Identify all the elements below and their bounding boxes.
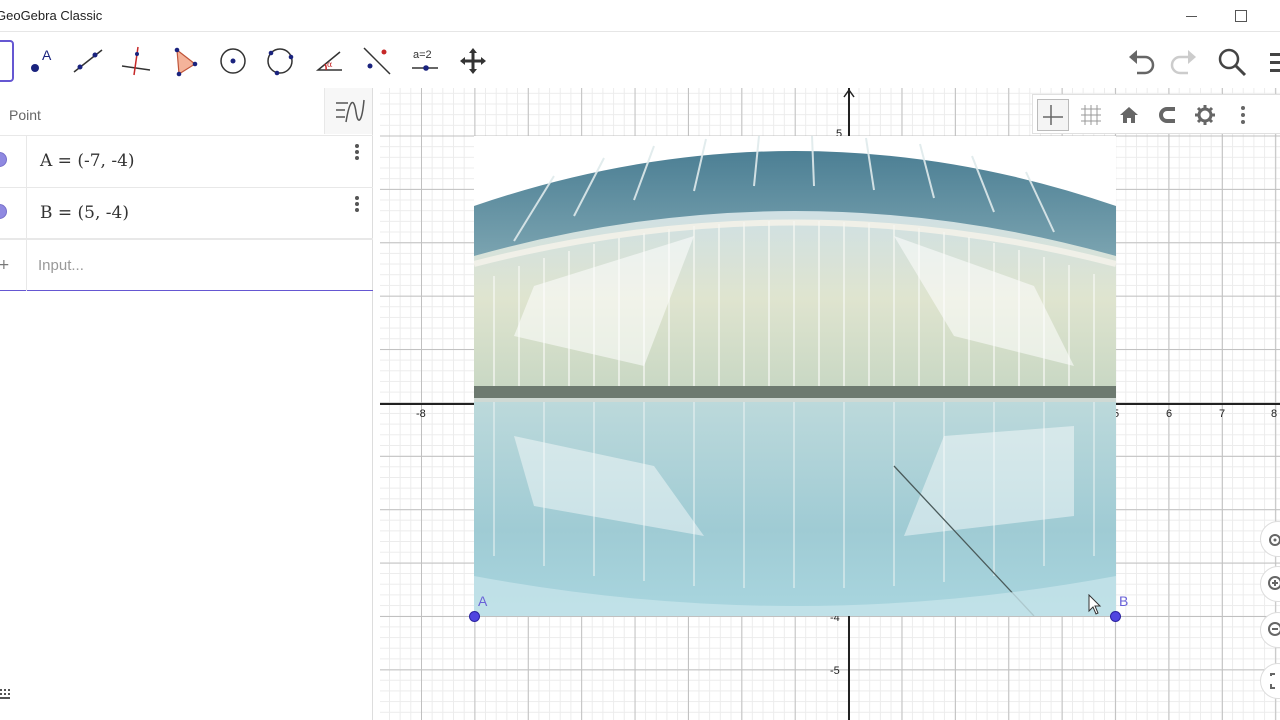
- fullscreen-button[interactable]: [1260, 521, 1280, 557]
- graphics-more-button[interactable]: [1227, 99, 1259, 131]
- algebra-view: Point A = (-7, -4) B = (5, -4) +: [0, 88, 373, 720]
- menu-button[interactable]: [1255, 42, 1280, 82]
- algebra-header: Point: [0, 88, 373, 136]
- function-graph-icon: [335, 99, 365, 123]
- row-divider: [26, 188, 27, 240]
- algebra-input-row: +: [0, 238, 373, 291]
- graphics-settings-button[interactable]: [1189, 99, 1221, 131]
- circle-center-icon: [220, 48, 246, 74]
- point-a[interactable]: [469, 611, 480, 622]
- plus-icon[interactable]: +: [0, 257, 10, 273]
- point-icon: A: [31, 47, 52, 72]
- angle-tool-button[interactable]: α: [308, 40, 350, 82]
- magnet-icon: [1159, 107, 1175, 123]
- point-tool-button[interactable]: A: [20, 40, 62, 82]
- standard-view-button[interactable]: [1113, 99, 1145, 131]
- algebra-sort-button[interactable]: [324, 88, 372, 134]
- fullscreen-icon: [1269, 534, 1280, 546]
- row-divider: [26, 239, 27, 291]
- algebra-input[interactable]: [38, 253, 358, 277]
- move-graphics-icon: [460, 48, 486, 74]
- graphics-view[interactable]: -8 5 6 7 8 5 -4 -5 A B: [380, 88, 1280, 720]
- point-b[interactable]: [1110, 611, 1121, 622]
- redo-icon: [1170, 50, 1196, 75]
- keyboard-icon: [0, 689, 10, 699]
- circle-three-points-icon: [267, 48, 294, 76]
- mouse-cursor-icon: [1088, 594, 1102, 615]
- reflect-icon: [363, 47, 391, 75]
- zoom-in-button[interactable]: [1260, 566, 1280, 602]
- algebra-item-b[interactable]: B = (5, -4): [0, 188, 373, 240]
- row-divider: [26, 136, 27, 188]
- gear-icon: [1195, 105, 1215, 125]
- point-capturing-button[interactable]: [1151, 99, 1183, 131]
- move-graphics-tool-button[interactable]: [452, 40, 494, 82]
- x-tick-label: -8: [416, 408, 426, 420]
- x-tick-label: 8: [1271, 408, 1278, 420]
- svg-text:α: α: [327, 60, 333, 69]
- inserted-image[interactable]: [474, 136, 1116, 616]
- point-b-label[interactable]: B: [1119, 593, 1128, 609]
- x-tick-label: 7: [1219, 408, 1226, 420]
- x-tick-label: 6: [1166, 408, 1173, 420]
- keyboard-button[interactable]: [0, 686, 14, 700]
- zoom-fit-icon: [1270, 673, 1275, 689]
- grid-icon: [1081, 105, 1101, 125]
- reflect-tool-button[interactable]: [356, 40, 398, 82]
- zoom-in-icon: [1268, 576, 1280, 590]
- point-a-label[interactable]: A: [478, 593, 487, 609]
- visibility-toggle[interactable]: [0, 204, 7, 219]
- y-tick-label: -5: [830, 665, 840, 677]
- circle-center-tool-button[interactable]: [212, 40, 254, 82]
- slider-tool-button[interactable]: a=2: [404, 40, 446, 82]
- zoom-out-button[interactable]: [1260, 612, 1280, 648]
- search-icon: [1218, 48, 1247, 77]
- more-options-icon[interactable]: [350, 194, 364, 216]
- polygon-tool-button[interactable]: [163, 40, 205, 82]
- y-axis-arrow-icon: [843, 88, 855, 98]
- axes-icon: [1043, 105, 1063, 125]
- more-options-icon[interactable]: [350, 142, 364, 164]
- minimize-button[interactable]: [1180, 6, 1204, 26]
- move-tool-button[interactable]: [0, 40, 14, 82]
- maximize-button[interactable]: [1229, 6, 1253, 26]
- undo-icon: [1129, 50, 1155, 75]
- zoom-fit-button[interactable]: [1260, 663, 1280, 699]
- toggle-grid-button[interactable]: [1075, 99, 1107, 131]
- perpendicular-icon: [121, 46, 151, 76]
- polygon-icon: [174, 47, 198, 77]
- undo-button[interactable]: [1122, 42, 1162, 82]
- algebra-header-label: Point: [9, 107, 41, 123]
- perpendicular-tool-button[interactable]: [115, 40, 157, 82]
- search-button[interactable]: [1212, 42, 1252, 82]
- redo-button[interactable]: [1163, 42, 1203, 82]
- toggle-axes-button[interactable]: [1037, 99, 1069, 131]
- circle-three-points-tool-button[interactable]: [259, 40, 301, 82]
- line-icon: [73, 49, 103, 73]
- window-titlebar: GeoGebra Classic: [0, 0, 1280, 32]
- svg-text:A: A: [42, 47, 52, 63]
- algebra-expression[interactable]: B = (5, -4): [40, 203, 129, 223]
- main-toolbar: A α a=2: [0, 32, 1280, 88]
- graphics-style-bar: [1032, 94, 1280, 134]
- angle-icon: α: [315, 51, 342, 71]
- arrow-icon: [0, 44, 10, 78]
- window-title: GeoGebra Classic: [0, 8, 103, 23]
- slider-icon: a=2: [412, 49, 438, 71]
- home-icon: [1120, 107, 1138, 123]
- menu-icon: [1270, 53, 1280, 72]
- algebra-item-a[interactable]: A = (-7, -4): [0, 136, 373, 188]
- more-icon: [1241, 106, 1245, 124]
- visibility-toggle[interactable]: [0, 152, 7, 167]
- zoom-out-icon: [1268, 622, 1280, 636]
- algebra-expression[interactable]: A = (-7, -4): [40, 151, 135, 171]
- line-tool-button[interactable]: [67, 40, 109, 82]
- svg-text:a=2: a=2: [413, 49, 432, 61]
